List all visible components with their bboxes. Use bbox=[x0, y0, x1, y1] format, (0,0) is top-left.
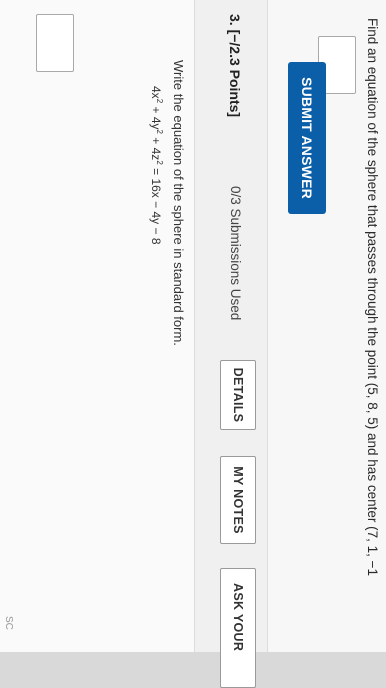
eq-term-z: + 4z bbox=[149, 133, 163, 161]
question-number: 3. [−/2.3 Points] bbox=[227, 14, 243, 117]
previous-question-text: Find an equation of the sphere that pass… bbox=[365, 18, 380, 576]
submissions-used-text: 0/3 Submissions Used bbox=[228, 186, 243, 321]
sphere-equation: 4x2 + 4y2 + 4z2 = 16x − 4y − 8 bbox=[149, 86, 164, 245]
question-number-label: 3. bbox=[227, 14, 243, 26]
eq-rhs: = 16x − 4y − 8 bbox=[149, 164, 163, 245]
details-button[interactable]: DETAILS bbox=[220, 360, 256, 430]
submit-answer-button[interactable]: SUBMIT ANSWER bbox=[288, 62, 326, 214]
my-notes-button[interactable]: MY NOTES bbox=[220, 456, 256, 544]
previous-question-panel: Find an equation of the sphere that pass… bbox=[268, 0, 386, 652]
corner-text: SC bbox=[3, 616, 14, 630]
eq-term-x: 4x bbox=[149, 86, 163, 99]
eq-term-y: + 4y bbox=[149, 103, 163, 130]
rotated-page: Find an equation of the sphere that pass… bbox=[0, 0, 386, 688]
answer-input[interactable] bbox=[36, 14, 74, 72]
ask-your-teacher-button[interactable]: ASK YOUR bbox=[220, 568, 256, 688]
question-points: [−/2.3 Points] bbox=[227, 29, 243, 118]
question-prompt: Write the equation of the sphere in stan… bbox=[171, 60, 186, 346]
